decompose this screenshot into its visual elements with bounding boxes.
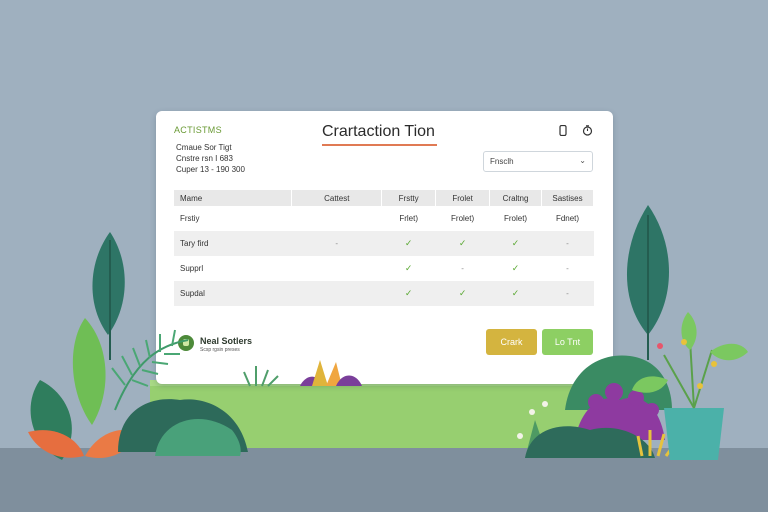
potted-plant-stems [663,339,713,409]
grass-tuft [243,366,279,387]
potted-leaf-2 [710,343,748,361]
yellow-flower-3 [697,383,703,389]
green-leaf-left [72,318,106,425]
fern-fronds [111,329,180,387]
plant-decoration [28,205,748,460]
plant-pot [664,408,724,460]
ledge-flower-yellow [312,360,328,386]
fern-stem [114,339,189,411]
yellow-flower-1 [681,339,687,345]
yellow-flower-2 [711,361,717,367]
ledge-flower-purple-2 [336,375,362,386]
tall-leaf-left [92,232,125,335]
orange-leaf-1 [28,430,84,458]
pink-flower [657,343,663,349]
